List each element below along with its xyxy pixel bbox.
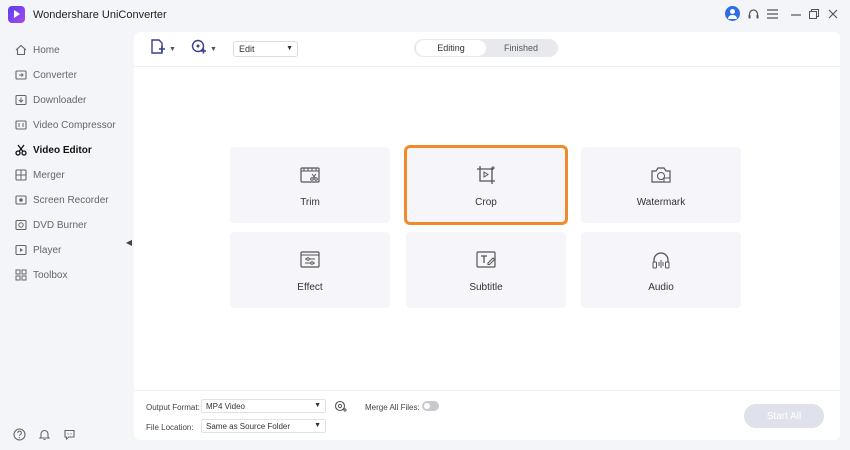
format-settings-icon[interactable]: [334, 400, 347, 418]
effect-icon: [300, 250, 320, 270]
add-media-icon: [191, 39, 207, 60]
tool-label: Effect: [297, 282, 323, 293]
add-files-button[interactable]: ▼: [150, 38, 176, 60]
sidebar: Home Converter Downloader Video Compress…: [0, 30, 132, 450]
account-icon[interactable]: [725, 6, 740, 21]
file-location-label: File Location:: [146, 423, 194, 432]
home-icon: [14, 44, 27, 57]
sidebar-item-label: Downloader: [33, 94, 87, 106]
divider: [134, 66, 840, 67]
output-format-label: Output Format:: [146, 403, 200, 412]
tool-label: Crop: [475, 197, 497, 208]
app-logo-icon: [8, 6, 25, 23]
toolbar: ▼ ▼ Edit ▼ Editing Finished: [134, 32, 840, 66]
support-icon[interactable]: [745, 6, 761, 22]
app-title: Wondershare UniConverter: [33, 9, 167, 21]
converter-icon: [14, 69, 27, 82]
tool-effect[interactable]: Effect: [230, 232, 390, 308]
chevron-down-icon: ▼: [314, 422, 321, 429]
merge-all-files-toggle[interactable]: [422, 401, 439, 411]
downloader-icon: [14, 94, 27, 107]
scissors-icon: [14, 144, 27, 157]
editing-finished-toggle: Editing Finished: [414, 39, 558, 57]
file-location-select[interactable]: Same as Source Folder ▼: [201, 419, 326, 433]
toolbox-icon: [14, 269, 27, 282]
output-format-value: MP4 Video: [206, 401, 245, 411]
tool-crop[interactable]: Crop: [404, 145, 568, 225]
sidebar-item-downloader[interactable]: Downloader: [0, 88, 132, 112]
tool-label: Watermark: [636, 197, 686, 208]
sidebar-item-label: Merger: [33, 169, 65, 181]
tool-label: Subtitle: [469, 282, 503, 293]
sidebar-item-screen-recorder[interactable]: Screen Recorder: [0, 188, 132, 212]
sidebar-item-label: Player: [33, 244, 62, 256]
add-media-button[interactable]: ▼: [191, 39, 217, 60]
sidebar-item-video-editor[interactable]: Video Editor: [0, 138, 132, 162]
collapse-sidebar-icon[interactable]: ◀: [124, 234, 134, 250]
merge-all-files-label: Merge All Files:: [365, 403, 420, 412]
tool-label: Audio: [648, 282, 674, 293]
edit-mode-select[interactable]: Edit ▼: [233, 41, 298, 57]
chevron-down-icon: ▼: [169, 45, 176, 53]
sidebar-item-label: Toolbox: [33, 269, 68, 281]
tool-trim[interactable]: Trim: [230, 147, 390, 223]
sidebar-item-converter[interactable]: Converter: [0, 63, 132, 87]
screen-recorder-icon: [14, 194, 27, 207]
output-format-select[interactable]: MP4 Video ▼: [201, 399, 326, 413]
sidebar-item-dvd-burner[interactable]: DVD Burner: [0, 213, 132, 237]
chevron-down-icon: ▼: [286, 45, 293, 52]
sidebar-item-label: DVD Burner: [33, 219, 87, 231]
player-icon: [14, 244, 27, 257]
help-icon[interactable]: [13, 428, 27, 442]
sidebar-footer: [0, 428, 132, 444]
main-panel: ▼ ▼ Edit ▼ Editing Finished Trim Crop Wa…: [134, 32, 840, 440]
chevron-down-icon: ▼: [314, 402, 321, 409]
dvd-icon: [14, 219, 27, 232]
sidebar-item-label: Converter: [33, 69, 77, 81]
chevron-down-icon: ▼: [210, 45, 217, 53]
tab-editing[interactable]: Editing: [416, 40, 486, 56]
start-all-button[interactable]: Start All: [744, 404, 824, 428]
menu-icon[interactable]: [764, 6, 780, 22]
sidebar-item-toolbox[interactable]: Toolbox: [0, 263, 132, 287]
file-location-value: Same as Source Folder: [206, 421, 291, 431]
sidebar-item-label: Video Compressor: [33, 119, 116, 131]
title-bar: Wondershare UniConverter: [0, 0, 850, 30]
sidebar-item-home[interactable]: Home: [0, 38, 132, 62]
notification-bell-icon[interactable]: [38, 428, 52, 442]
merger-icon: [14, 169, 27, 182]
tool-subtitle[interactable]: Subtitle: [406, 232, 566, 308]
maximize-button[interactable]: [806, 6, 822, 22]
sidebar-item-label: Screen Recorder: [33, 194, 109, 206]
compressor-icon: [14, 119, 27, 132]
subtitle-icon: [476, 250, 496, 270]
watermark-icon: [651, 165, 671, 185]
audio-icon: [651, 250, 671, 270]
tool-audio[interactable]: Audio: [581, 232, 741, 308]
crop-icon: [476, 165, 496, 185]
footer-bar: Output Format: MP4 Video ▼ Merge All Fil…: [134, 390, 840, 440]
add-file-icon: [150, 38, 166, 60]
sidebar-item-merger[interactable]: Merger: [0, 163, 132, 187]
feedback-icon[interactable]: [63, 428, 77, 442]
tool-watermark[interactable]: Watermark: [581, 147, 741, 223]
close-button[interactable]: [825, 6, 841, 22]
sidebar-item-label: Home: [33, 44, 60, 56]
trim-icon: [300, 165, 320, 185]
sidebar-item-video-compressor[interactable]: Video Compressor: [0, 113, 132, 137]
sidebar-item-label: Video Editor: [33, 144, 92, 156]
edit-mode-value: Edit: [239, 44, 255, 54]
tab-finished[interactable]: Finished: [486, 40, 556, 56]
sidebar-item-player[interactable]: Player: [0, 238, 132, 262]
minimize-button[interactable]: [788, 6, 804, 22]
tool-label: Trim: [300, 197, 320, 208]
